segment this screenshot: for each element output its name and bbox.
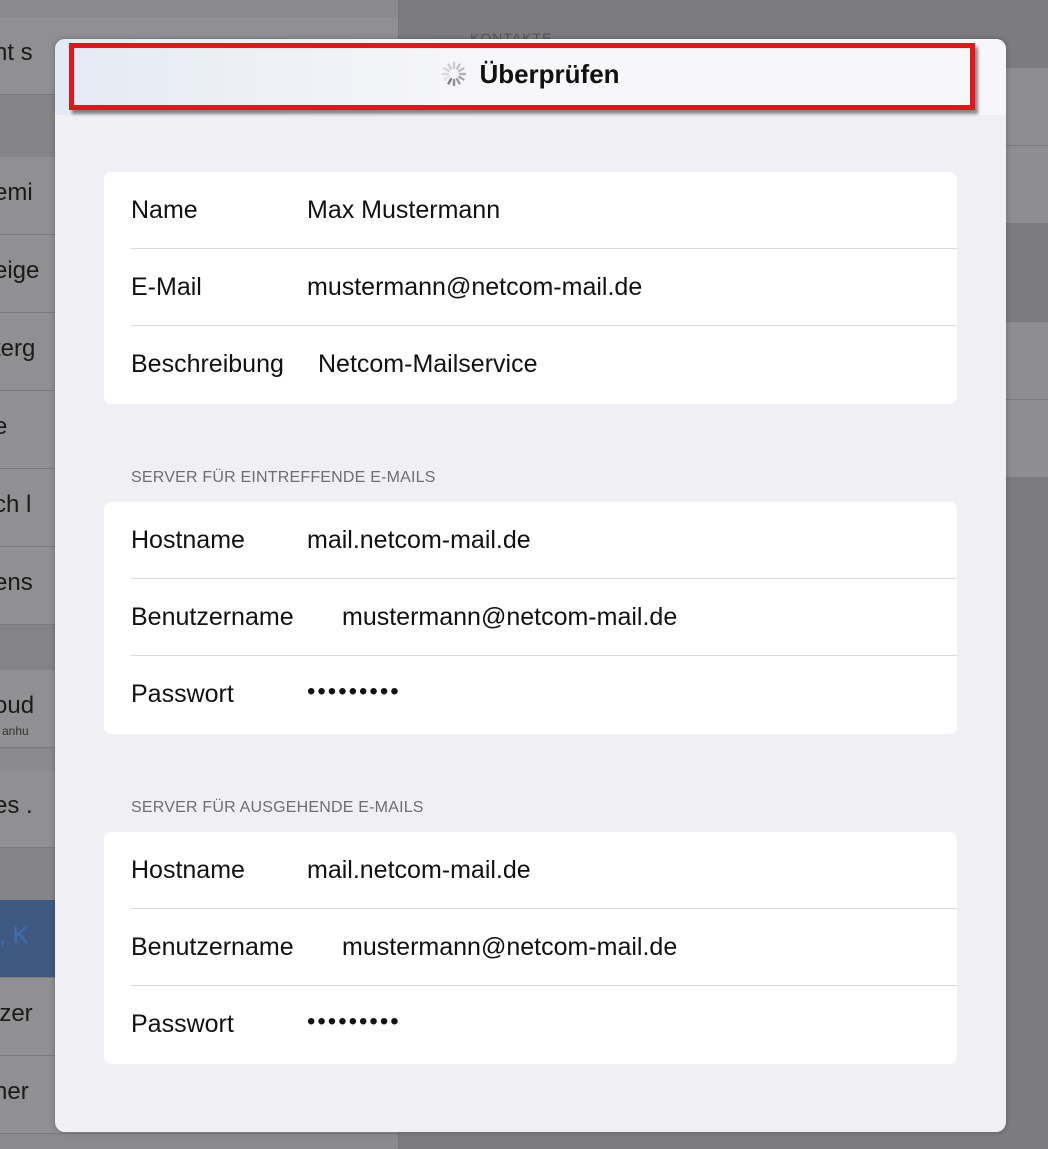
incoming-section-label: SERVER FÜR EINTREFFENDE E-MAILS xyxy=(131,469,436,486)
sidebar-row-label: izer xyxy=(0,1000,33,1027)
sidebar-row-label: ht s xyxy=(0,39,33,66)
outgoing-password-row[interactable]: Passwort ••••••••• xyxy=(104,986,957,1063)
incoming-username-field[interactable]: mustermann@netcom-mail.de xyxy=(342,603,677,632)
incoming-username-label: Benutzername xyxy=(131,603,294,631)
incoming-password-label: Passwort xyxy=(131,680,234,708)
outgoing-hostname-label: Hostname xyxy=(131,856,245,884)
sidebar-row-label: ch l xyxy=(0,491,32,518)
email-field[interactable]: mustermann@netcom-mail.de xyxy=(307,273,642,302)
sidebar-row-label: eige xyxy=(0,257,40,284)
outgoing-server-group: Hostname mail.netcom-mail.de Benutzernam… xyxy=(104,832,957,1064)
sidebar-row-label: l, K xyxy=(0,922,29,949)
outgoing-username-label: Benutzername xyxy=(131,933,294,961)
sidebar-row-label: es . xyxy=(0,792,33,819)
incoming-server-group: Hostname mail.netcom-mail.de Benutzernam… xyxy=(104,502,957,734)
highlight-box xyxy=(69,43,975,110)
outgoing-section-label: SERVER FÜR AUSGEHENDE E-MAILS xyxy=(131,799,424,816)
sidebar-row-label: ens xyxy=(0,569,33,596)
account-info-group: Name Max Mustermann E-Mail mustermann@ne… xyxy=(104,172,957,404)
outgoing-password-field[interactable]: ••••••••• xyxy=(307,1008,401,1036)
description-row[interactable]: Beschreibung Netcom-Mailservice xyxy=(104,326,957,403)
sidebar-row-label: oud xyxy=(0,692,35,719)
outgoing-hostname-field[interactable]: mail.netcom-mail.de xyxy=(307,856,531,885)
outgoing-password-label: Passwort xyxy=(131,1010,234,1038)
incoming-password-field[interactable]: ••••••••• xyxy=(307,678,401,706)
sidebar-row-label: ner xyxy=(0,1078,29,1105)
incoming-hostname-label: Hostname xyxy=(131,526,245,554)
sidebar-row-label: emi xyxy=(0,179,33,206)
outgoing-username-field[interactable]: mustermann@netcom-mail.de xyxy=(342,933,677,962)
description-label: Beschreibung xyxy=(131,350,284,378)
account-setup-sheet: Überprüfen Name Max Mustermann E-Mail mu… xyxy=(55,39,1006,1132)
incoming-hostname-row[interactable]: Hostname mail.netcom-mail.de xyxy=(104,502,957,579)
name-field[interactable]: Max Mustermann xyxy=(307,196,500,225)
name-row[interactable]: Name Max Mustermann xyxy=(104,172,957,249)
sidebar-row-label: e xyxy=(0,413,8,440)
email-row[interactable]: E-Mail mustermann@netcom-mail.de xyxy=(104,249,957,326)
sidebar-row-label: terg xyxy=(0,335,36,362)
outgoing-username-row[interactable]: Benutzername mustermann@netcom-mail.de xyxy=(104,909,957,986)
description-field[interactable]: Netcom-Mailservice xyxy=(318,350,537,379)
incoming-password-row[interactable]: Passwort ••••••••• xyxy=(104,656,957,733)
sidebar-row-sublabel: anhu xyxy=(2,724,29,738)
incoming-username-row[interactable]: Benutzername mustermann@netcom-mail.de xyxy=(104,579,957,656)
email-label: E-Mail xyxy=(131,273,202,301)
outgoing-hostname-row[interactable]: Hostname mail.netcom-mail.de xyxy=(104,832,957,909)
name-label: Name xyxy=(131,196,198,224)
incoming-hostname-field[interactable]: mail.netcom-mail.de xyxy=(307,526,531,555)
